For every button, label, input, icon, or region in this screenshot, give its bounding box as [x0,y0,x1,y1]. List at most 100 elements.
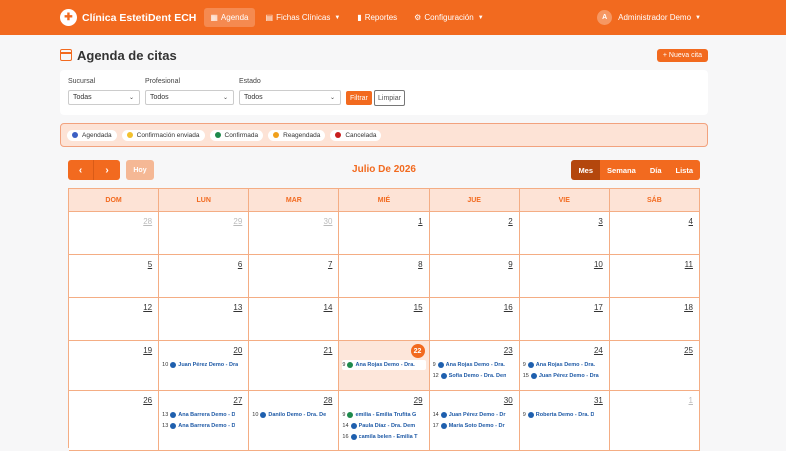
day-number[interactable]: 2 [508,217,512,226]
appointment-event[interactable]: 9 emilia - Emilia Trufita G [342,410,426,420]
prev-month-button[interactable]: ‹ [68,160,94,180]
day-number[interactable]: 28 [143,217,152,226]
appointment-event[interactable]: 9 Ana Rojas Demo - Dra. [522,360,606,370]
day-number[interactable]: 24 [594,346,603,355]
day-cell[interactable]: 17 [519,298,610,340]
day-cell[interactable]: 30 14 Juan Pérez Demo - Dr 17 María Soto Dem… [429,391,520,450]
day-number[interactable]: 5 [148,260,152,269]
day-cell[interactable]: 10 [519,255,610,297]
view-dia-button[interactable]: Día [642,160,669,180]
day-number[interactable]: 12 [143,303,152,312]
day-cell[interactable]: 21 [249,341,340,390]
day-number[interactable]: 6 [238,260,242,269]
appointment-event[interactable]: 9 Ana Rojas Demo - Dra. [432,360,516,370]
day-number[interactable]: 21 [324,346,333,355]
day-number[interactable]: 9 [508,260,512,269]
appointment-event[interactable]: 10 Juan Pérez Demo - Dra [162,360,246,370]
day-number[interactable]: 11 [685,260,693,269]
day-number[interactable]: 29 [414,396,423,405]
sucursal-select[interactable]: Todas ⌄ [68,90,140,105]
day-cell[interactable]: 14 [249,298,340,340]
day-number[interactable]: 10 [594,260,603,269]
day-cell[interactable]: 1 [339,212,430,254]
nav-item-reportes[interactable]: ▮ Reportes [351,8,403,27]
day-number[interactable]: 29 [233,217,242,226]
appointment-event[interactable]: 13 Ana Barrera Demo - D [162,421,246,431]
appointment-event[interactable]: 16 camila belen - Emilia T [342,432,426,442]
day-cell[interactable]: 11 [609,255,700,297]
clear-button[interactable]: Limpiar [374,90,405,106]
day-cell[interactable]: 5 [69,255,160,297]
view-mes-button[interactable]: Mes [571,160,601,180]
day-cell[interactable]: 22 9 Ana Rojas Demo - Dra. [339,341,430,390]
day-number[interactable]: 17 [594,303,603,312]
day-cell[interactable]: 19 [69,341,160,390]
day-cell[interactable]: 30 [249,212,340,254]
day-number[interactable]: 30 [324,217,333,226]
brand[interactable]: ✚ Clínica EstetiDent ECH [60,9,196,26]
day-cell[interactable]: 29 9 emilia - Emilia Trufita G 14 Paula Díaz… [339,391,430,450]
day-number[interactable]: 16 [504,303,513,312]
day-cell[interactable]: 15 [339,298,430,340]
day-cell[interactable]: 28 [69,212,160,254]
new-appointment-button[interactable]: + Nueva cita [656,48,708,62]
day-cell[interactable]: 26 [69,391,160,450]
day-number[interactable]: 31 [594,396,603,405]
day-number[interactable]: 8 [418,260,422,269]
day-cell[interactable]: 28 10 Danilo Demo - Dra. De [249,391,340,450]
user-menu[interactable]: A Administrador Demo ▼ [597,10,701,25]
nav-item-configuraci-n[interactable]: ⚙ Configuración ▼ [408,8,490,27]
day-cell[interactable]: 3 [519,212,610,254]
day-cell[interactable]: 31 9 Roberta Demo - Dra. D [519,391,610,450]
day-cell[interactable]: 4 [609,212,700,254]
appointment-event[interactable]: 10 Danilo Demo - Dra. De [252,410,336,420]
day-cell[interactable]: 23 9 Ana Rojas Demo - Dra. 12 Sofía Demo - D… [429,341,520,390]
day-cell[interactable]: 12 [69,298,160,340]
day-number[interactable]: 7 [328,260,332,269]
day-number[interactable]: 3 [598,217,602,226]
day-number[interactable]: 23 [504,346,513,355]
day-cell[interactable]: 6 [159,255,250,297]
day-number[interactable]: 1 [418,217,422,226]
nav-item-fichas-cl-nicas[interactable]: ▤ Fichas Clínicas ▼ [260,8,347,27]
day-number[interactable]: 1 [689,396,693,405]
next-month-button[interactable]: › [94,160,120,180]
day-number[interactable]: 14 [324,303,333,312]
today-button[interactable]: Hoy [126,160,154,180]
day-cell[interactable]: 16 [429,298,520,340]
day-number[interactable]: 4 [689,217,693,226]
day-number[interactable]: 25 [684,346,693,355]
day-cell[interactable]: 2 [429,212,520,254]
day-cell[interactable]: 9 [429,255,520,297]
day-cell[interactable]: 8 [339,255,430,297]
appointment-event[interactable]: 9 Roberta Demo - Dra. D [522,410,606,420]
day-number[interactable]: 13 [233,303,242,312]
estado-select[interactable]: Todos ⌄ [239,90,341,105]
day-number[interactable]: 27 [233,396,242,405]
day-cell[interactable]: 13 [159,298,250,340]
day-cell[interactable]: 24 9 Ana Rojas Demo - Dra. 15 Juan Pérez Dem… [519,341,610,390]
filter-button[interactable]: Filtrar [346,91,372,105]
day-number[interactable]: 19 [143,346,152,355]
day-cell[interactable]: 27 13 Ana Barrera Demo - D 13 Ana Barrera De… [159,391,250,450]
profesional-select[interactable]: Todos ⌄ [145,90,234,105]
day-cell[interactable]: 25 [609,341,700,390]
appointment-event[interactable]: 14 Juan Pérez Demo - Dr [432,410,516,420]
day-cell[interactable]: 7 [249,255,340,297]
appointment-event[interactable]: 17 María Soto Demo - Dr [432,421,516,431]
day-cell[interactable]: 29 [159,212,250,254]
day-number[interactable]: 22 [410,344,425,358]
day-cell[interactable]: 20 10 Juan Pérez Demo - Dra [159,341,250,390]
day-number[interactable]: 18 [684,303,693,312]
day-number[interactable]: 15 [414,303,423,312]
day-number[interactable]: 20 [233,346,242,355]
day-number[interactable]: 28 [324,396,333,405]
appointment-event[interactable]: 9 Ana Rojas Demo - Dra. [342,360,426,370]
day-number[interactable]: 30 [504,396,513,405]
appointment-event[interactable]: 13 Ana Barrera Demo - D [162,410,246,420]
appointment-event[interactable]: 15 Juan Pérez Demo - Dra [522,371,606,381]
view-semana-button[interactable]: Semana [600,160,643,180]
nav-item-agenda[interactable]: ▦ Agenda [204,8,255,27]
appointment-event[interactable]: 14 Paula Díaz - Dra. Dem [342,421,426,431]
view-lista-button[interactable]: Lista [668,160,700,180]
